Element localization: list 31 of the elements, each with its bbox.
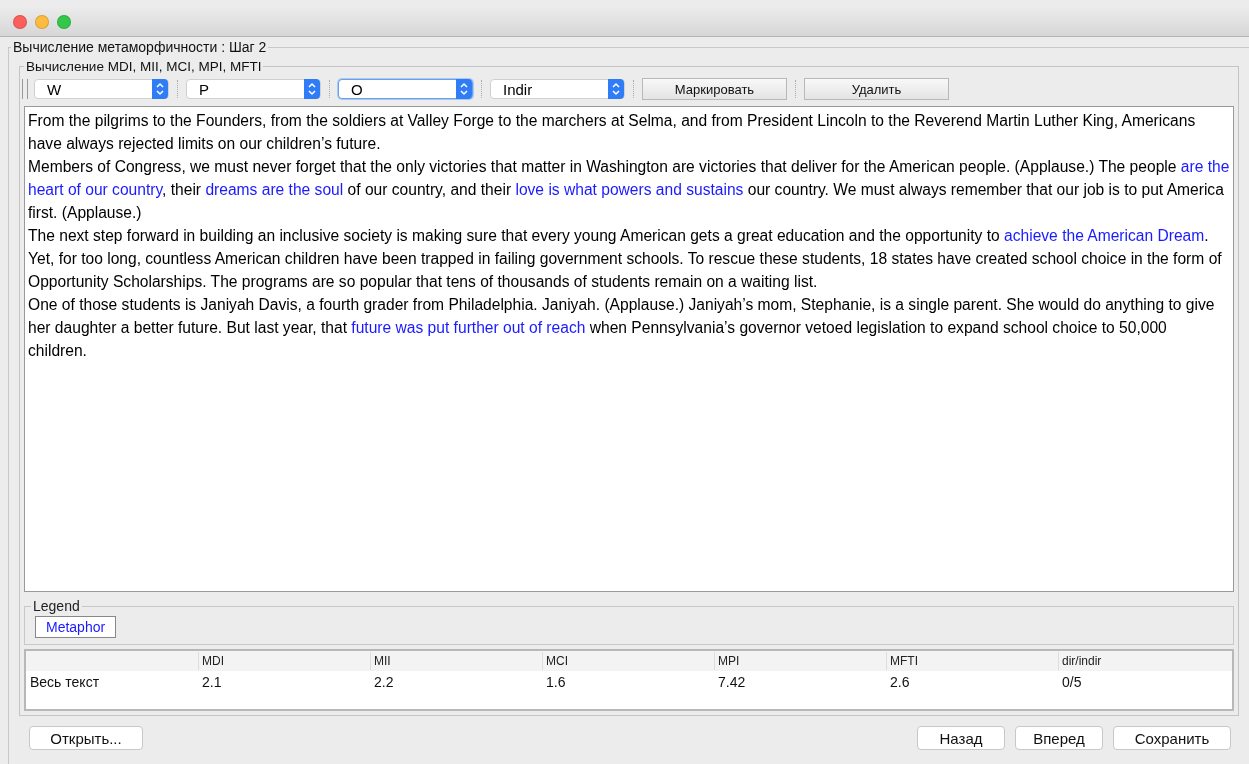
table-cell-text: Весь текст — [29, 674, 101, 690]
column-header: MDI — [198, 652, 370, 670]
column-header: dir/indir — [1058, 652, 1232, 670]
table-cell-text: 1.6 — [545, 674, 567, 690]
column-header: MPI — [714, 652, 886, 670]
toolbar-button[interactable]: Удалить — [804, 78, 949, 100]
combo-box[interactable]: W — [34, 79, 169, 99]
table-cell-text: 2.2 — [373, 674, 395, 690]
table-cell-text: 7.42 — [717, 674, 747, 690]
table-cell-text: 2.1 — [201, 674, 223, 690]
column-header: MII — [370, 652, 542, 670]
window-title: Вычисление метаморфичности : Шаг 2 — [12, 39, 268, 55]
footer-button[interactable]: Вперед — [1015, 726, 1103, 750]
paragraph: From the pilgrims to the Founders, from the soldiers at Valley Forge to the marchers at Selma, and from President Lincoln to the Reverend Martin Luther King, Americans have always rejected limits on our children’s future. — [28, 111, 1197, 154]
legend-title: Legend — [32, 598, 81, 614]
combo-box[interactable]: P — [186, 79, 321, 99]
paragraph: One of those students is Janiyah Davis, a fourth grader from Philadelphia. Janiyah. (Applause.) Janiyah’s mom, Stephanie, is a single parent. She would do anything to give her daughter a better future. But last year, that future was put further out of reach when Pennsylvania’s governor vetoed legislation to expand school choice to 50,000 children. — [28, 295, 1216, 361]
combo-box[interactable]: O — [338, 79, 473, 99]
column-header: MCI — [542, 652, 714, 670]
combo-box[interactable]: Indir — [490, 79, 625, 99]
table-cell-text: 2.6 — [889, 674, 911, 690]
paragraph: The next step forward in building an inclusive society is making sure that every young American gets a great education and the opportunity to achieve the American Dream. Yet, for too long, countless American children have been trapped in failing government schools. To rescue these students, 18 states have created school choice in the form of Opportunity Scholarships. The programs are so popular that tens of thousands of students remain on a waiting list. — [28, 226, 1223, 292]
footer-button[interactable]: Назад — [917, 726, 1005, 750]
toolbar-button[interactable]: Маркировать — [642, 78, 787, 100]
column-header: MFTI — [886, 652, 1058, 670]
footer-button[interactable]: Сохранить — [1113, 726, 1231, 750]
table-cell-text: 0/5 — [1061, 674, 1083, 690]
paragraph: Members of Congress, we must never forget that the only victories that matter in Washington are victories that deliver for the American people. (Applause.) The people are the heart of our country, their dreams are the soul of our country, and their love is what powers and sustains our country. We must always remember that our job is to put America first. (Applause.) — [28, 157, 1230, 223]
open-button[interactable]: Открыть... — [29, 726, 143, 750]
legend-tag: Metaphor — [35, 616, 117, 638]
panel-title: Вычисление MDI, MII, MCI, MPI, MFTI — [25, 59, 263, 74]
